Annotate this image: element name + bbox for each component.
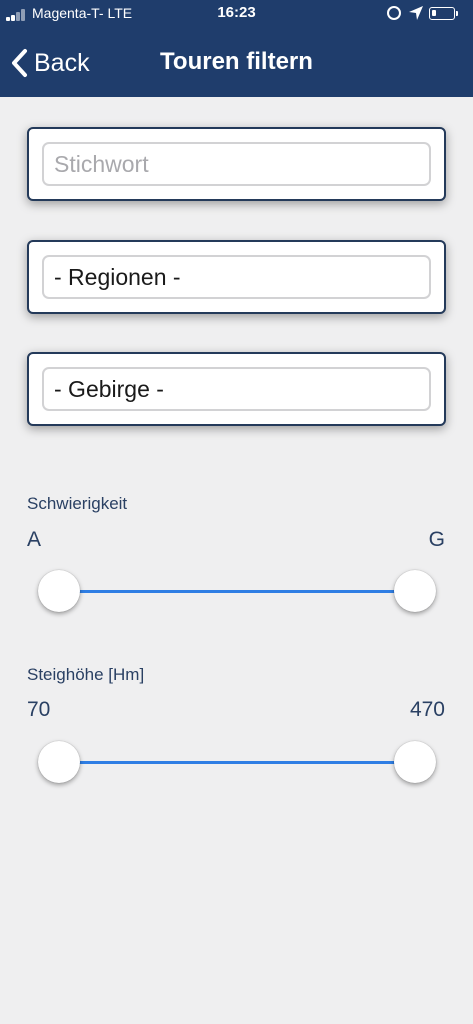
mountain-select[interactable]: - Gebirge - — [42, 367, 431, 411]
region-select[interactable]: - Regionen - — [42, 255, 431, 299]
location-arrow-icon — [409, 6, 423, 20]
ascent-min-value: 70 — [27, 698, 51, 721]
ascent-max-value: 470 — [409, 698, 445, 721]
keyword-card — [27, 127, 446, 201]
difficulty-max-value: G — [428, 528, 445, 551]
difficulty-max-thumb[interactable] — [394, 570, 436, 612]
difficulty-min-thumb[interactable] — [38, 570, 80, 612]
app-header: Magenta-T- LTE 16:23 Back Touren filtern — [0, 0, 473, 97]
battery-icon — [429, 7, 455, 20]
ascent-range-slider[interactable] — [38, 741, 436, 785]
region-card: - Regionen - — [27, 240, 446, 314]
ascent-min-thumb[interactable] — [38, 741, 80, 783]
difficulty-range-slider[interactable] — [38, 570, 436, 614]
navigation-bar: Back Touren filtern — [0, 28, 473, 97]
ascent-max-thumb[interactable] — [394, 741, 436, 783]
ascent-label: Steighöhe [Hm] — [27, 665, 145, 684]
keyword-input[interactable] — [42, 142, 431, 186]
status-icons — [387, 4, 465, 24]
difficulty-slider-track — [58, 590, 414, 593]
status-bar: Magenta-T- LTE 16:23 — [0, 0, 473, 28]
battery-tip — [456, 11, 458, 16]
ascent-slider-track — [58, 761, 414, 764]
orientation-lock-icon — [387, 6, 401, 20]
mountain-card: - Gebirge - — [27, 352, 446, 426]
difficulty-min-value: A — [27, 528, 42, 551]
difficulty-label: Schwierigkeit — [27, 494, 128, 513]
page-title: Touren filtern — [160, 48, 313, 75]
